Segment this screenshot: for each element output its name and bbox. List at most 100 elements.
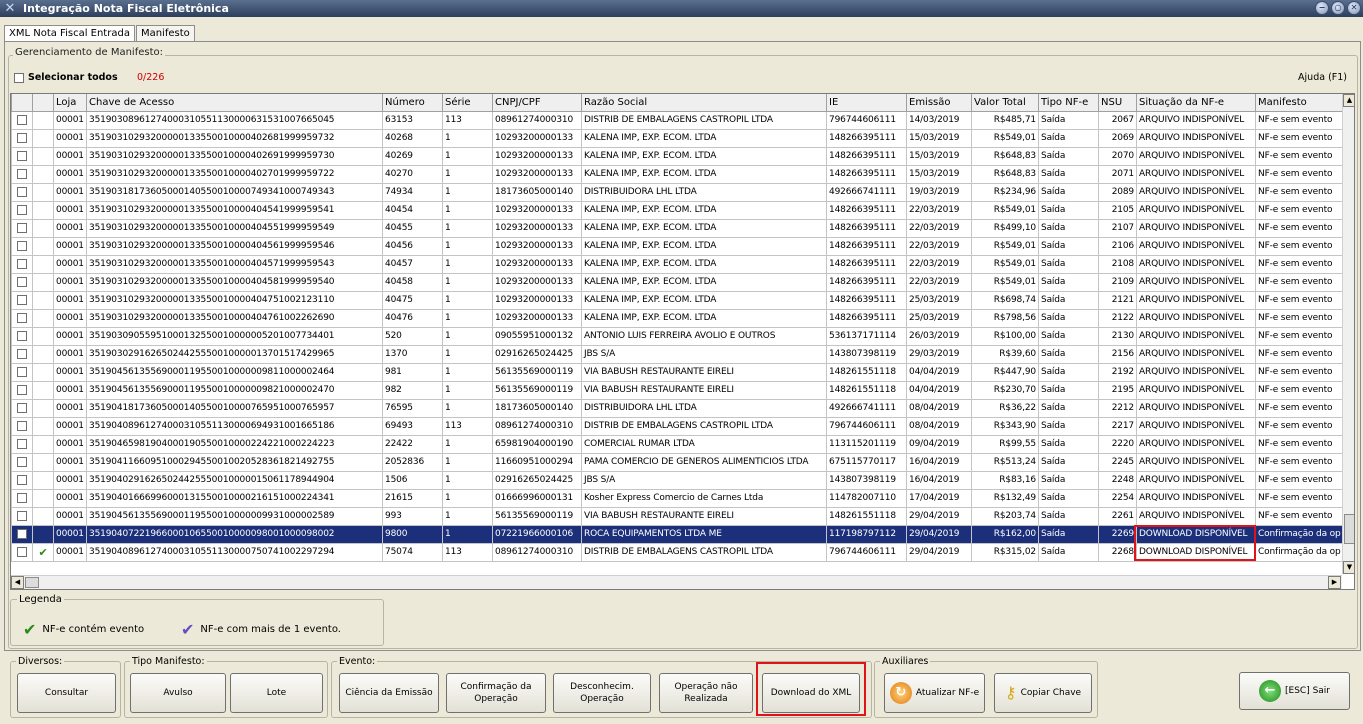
row-checkbox[interactable] xyxy=(11,416,33,436)
table-row[interactable]: 00001 35190310293200000133550010000404761… xyxy=(11,308,1344,328)
row-checkbox[interactable] xyxy=(11,146,33,166)
horizontal-scrollbar[interactable]: ◀ ▶ xyxy=(11,575,1342,589)
row-checkbox[interactable] xyxy=(11,380,33,400)
help-link[interactable]: Ajuda (F1) xyxy=(1298,72,1347,83)
checkbox-icon[interactable] xyxy=(17,384,27,395)
table-row[interactable]: 00001 35190456135569000119550010000009931… xyxy=(11,506,1344,526)
checkbox-icon[interactable] xyxy=(17,348,27,359)
row-checkbox[interactable] xyxy=(11,362,33,382)
tab-manifesto[interactable]: Manifesto xyxy=(135,25,195,42)
table-row[interactable]: 00001 35190456135569000119550010000009821… xyxy=(11,380,1344,400)
column-header[interactable]: Emissão xyxy=(906,94,972,112)
scroll-right-icon[interactable]: ▶ xyxy=(1328,576,1341,589)
row-checkbox[interactable] xyxy=(11,272,33,292)
nao-realizada-button[interactable]: Operação não Realizada xyxy=(659,673,753,713)
row-checkbox[interactable] xyxy=(11,182,33,202)
restore-button[interactable]: ○ xyxy=(1331,1,1345,15)
select-all-checkbox[interactable]: Selecionar todos xyxy=(14,72,118,83)
table-row[interactable]: 00001 35190310293200000133550010000402681… xyxy=(11,128,1344,148)
checkbox-icon[interactable] xyxy=(17,168,27,179)
column-header[interactable]: Manifesto xyxy=(1255,94,1344,112)
row-checkbox[interactable] xyxy=(11,434,33,454)
table-row[interactable]: 00001 35190465981904000190550010000224221… xyxy=(11,434,1344,454)
table-row[interactable]: 00001 35190302916265024425550010000013701… xyxy=(11,344,1344,364)
row-checkbox[interactable] xyxy=(11,488,33,508)
row-checkbox[interactable] xyxy=(11,542,33,562)
row-checkbox[interactable] xyxy=(11,236,33,256)
column-header[interactable]: CNPJ/CPF xyxy=(492,94,582,112)
table-row[interactable]: 00001 35190310293200000133550010000402691… xyxy=(11,146,1344,166)
checkbox-icon[interactable] xyxy=(17,240,27,251)
column-header[interactable]: Loja xyxy=(53,94,87,112)
confirmacao-button[interactable]: Confirmação da Operação xyxy=(446,673,546,713)
table-row[interactable]: 00001 35190309055951000132550010000005201… xyxy=(11,326,1344,346)
row-checkbox[interactable] xyxy=(11,452,33,472)
row-checkbox[interactable] xyxy=(11,218,33,238)
checkbox-icon[interactable] xyxy=(17,438,27,449)
row-checkbox[interactable] xyxy=(11,470,33,490)
checkbox-icon[interactable] xyxy=(17,546,27,557)
table-row[interactable]: 00001 35190310293200000133550010000404541… xyxy=(11,200,1344,220)
column-header[interactable]: Valor Total xyxy=(971,94,1039,112)
table-row[interactable]: 00001 35190411660951000294550010020528361… xyxy=(11,452,1344,472)
column-header[interactable]: Série xyxy=(442,94,493,112)
avulso-button[interactable]: Avulso xyxy=(130,673,226,713)
row-checkbox[interactable] xyxy=(11,308,33,328)
checkbox-icon[interactable] xyxy=(17,474,27,485)
checkbox-icon[interactable] xyxy=(14,72,24,83)
scroll-down-icon[interactable]: ▼ xyxy=(1343,561,1354,574)
row-checkbox[interactable] xyxy=(11,398,33,418)
desconhecimento-button[interactable]: Desconhecim. Operação xyxy=(553,673,651,713)
checkbox-icon[interactable] xyxy=(17,258,27,269)
checkbox-icon[interactable] xyxy=(17,366,27,377)
table-row[interactable]: 00001 35190401666996000131550010000216151… xyxy=(11,488,1344,508)
checkbox-icon[interactable] xyxy=(17,456,27,467)
column-header[interactable]: NSU xyxy=(1098,94,1137,112)
atualizar-nfe-button[interactable]: ↻ Atualizar NF-e xyxy=(884,673,985,713)
sair-button[interactable]: ← [ESC] Sair xyxy=(1239,672,1350,710)
checkbox-icon[interactable] xyxy=(17,528,27,539)
row-checkbox[interactable] xyxy=(11,164,33,184)
horizontal-scroll-thumb[interactable] xyxy=(25,577,39,588)
table-row[interactable]: 00001 35190418173605000140550010000765951… xyxy=(11,398,1344,418)
table-row[interactable]: 00001 35190310293200000133550010000404561… xyxy=(11,236,1344,256)
minimize-button[interactable]: − xyxy=(1315,1,1329,15)
table-row[interactable]: 00001 35190456135569000119550010000009811… xyxy=(11,362,1344,382)
table-row[interactable]: 00001 35190310293200000133550010000404551… xyxy=(11,218,1344,238)
tab-xml-entrada[interactable]: XML Nota Fiscal Entrada xyxy=(4,25,135,42)
table-row[interactable]: 00001 35190402916265024425550010000015061… xyxy=(11,470,1344,490)
table-row[interactable]: 00001 35190318173605000140550010000749341… xyxy=(11,182,1344,202)
row-checkbox[interactable] xyxy=(11,524,33,544)
table-row[interactable]: 00001 35190310293200000133550010000402701… xyxy=(11,164,1344,184)
row-checkbox[interactable] xyxy=(11,110,33,130)
scroll-up-icon[interactable]: ▲ xyxy=(1343,94,1354,107)
checkbox-icon[interactable] xyxy=(17,276,27,287)
checkbox-icon[interactable] xyxy=(17,222,27,233)
row-checkbox[interactable] xyxy=(11,506,33,526)
close-button[interactable]: ✕ xyxy=(1347,1,1361,15)
checkbox-icon[interactable] xyxy=(17,330,27,341)
ciencia-button[interactable]: Ciência da Emissão xyxy=(339,673,439,713)
vertical-scrollbar[interactable]: ▲ ▼ xyxy=(1342,94,1354,574)
checkbox-icon[interactable] xyxy=(17,186,27,197)
checkbox-icon[interactable] xyxy=(17,114,27,125)
copiar-chave-button[interactable]: ⚷ Copiar Chave xyxy=(994,673,1092,713)
row-checkbox[interactable] xyxy=(11,254,33,274)
table-row[interactable]: 00001 35190310293200000133550010000404581… xyxy=(11,272,1344,292)
column-header[interactable]: IE xyxy=(826,94,907,112)
row-checkbox[interactable] xyxy=(11,290,33,310)
vertical-scroll-thumb[interactable] xyxy=(1344,514,1354,544)
row-checkbox[interactable] xyxy=(11,344,33,364)
consultar-button[interactable]: Consultar xyxy=(17,673,116,713)
column-header[interactable]: Situação da NF-e xyxy=(1136,94,1256,112)
column-header[interactable] xyxy=(32,94,54,112)
table-row[interactable]: 00001 35190408961274000310551130000694931… xyxy=(11,416,1344,436)
checkbox-icon[interactable] xyxy=(17,402,27,413)
checkbox-icon[interactable] xyxy=(17,294,27,305)
column-header[interactable]: Razão Social xyxy=(581,94,827,112)
column-header[interactable]: Chave de Acesso xyxy=(86,94,383,112)
checkbox-icon[interactable] xyxy=(17,132,27,143)
table-row[interactable]: 00001 35190310293200000133550010000404571… xyxy=(11,254,1344,274)
table-row[interactable]: 00001 35190308961274000310551130000631531… xyxy=(11,110,1344,130)
row-checkbox[interactable] xyxy=(11,128,33,148)
